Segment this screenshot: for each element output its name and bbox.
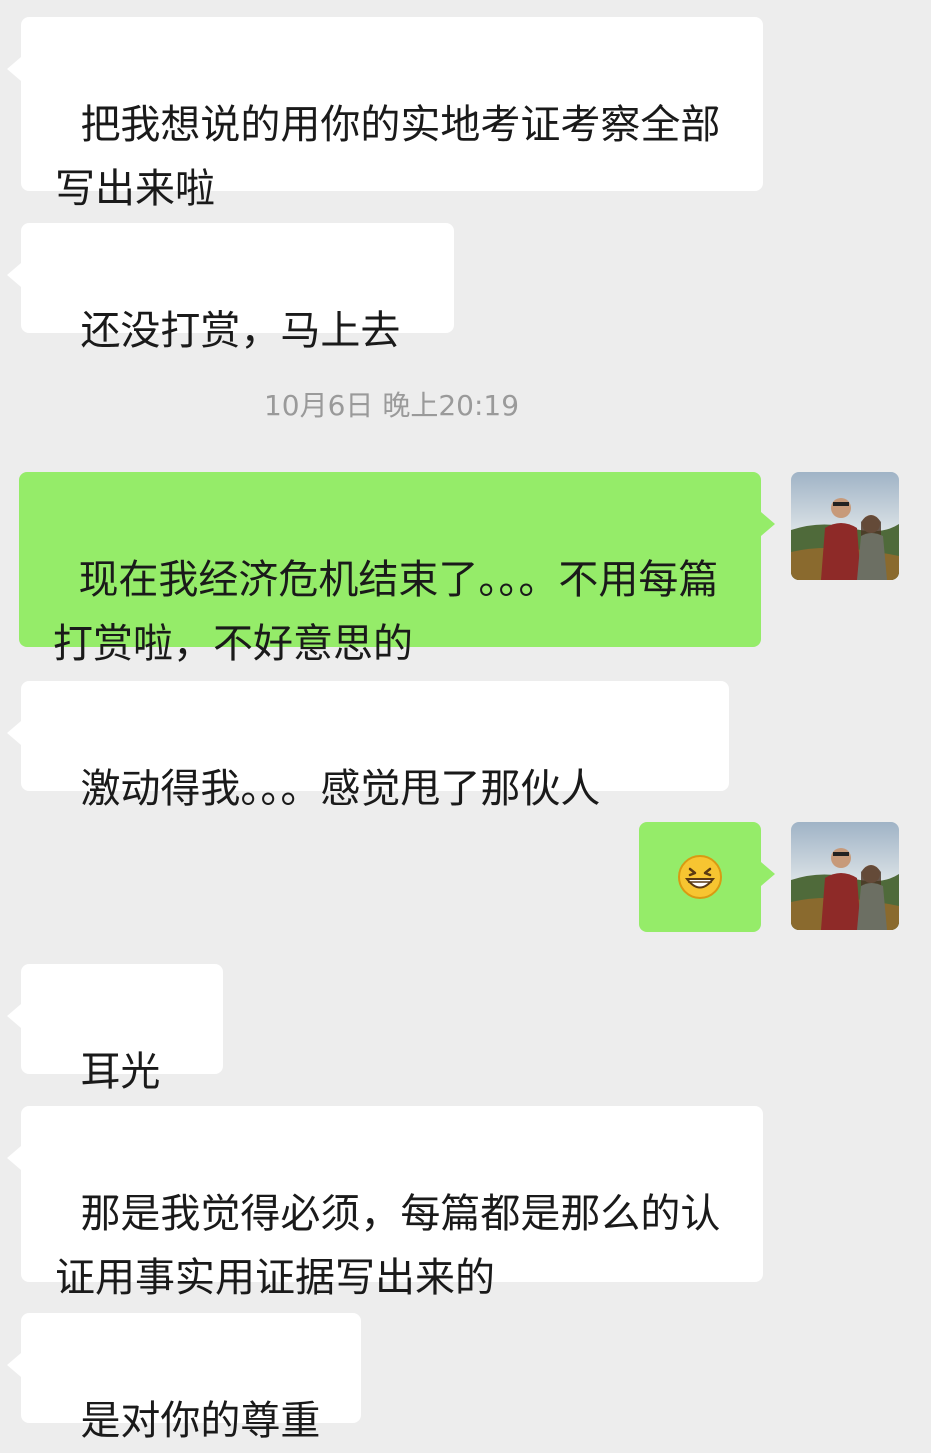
user-avatar[interactable]	[791, 472, 899, 580]
message-bubble-incoming[interactable]: 是对你的尊重	[7, 1313, 361, 1444]
message-text: 那是我觉得必须，每篇都是那么的认证用事实用证据写出来的	[55, 1191, 721, 1301]
avatar-photo	[791, 822, 899, 930]
message-bubble-outgoing[interactable]: 现在我经济危机结束了。。。不用每篇打赏啦，不好意思的	[19, 472, 775, 667]
message-bubble-incoming[interactable]: 激动得我。。。感觉甩了那伙人	[7, 681, 729, 812]
message-text: 是对你的尊重	[80, 1398, 321, 1444]
message-bubble-incoming[interactable]: 耳光子	[7, 964, 223, 1159]
message-text: 现在我经济危机结束了。。。不用每篇打赏啦，不好意思的	[53, 557, 719, 667]
grinning-face-emoji	[678, 855, 722, 899]
user-avatar[interactable]	[791, 822, 899, 930]
message-text: 把我想说的用你的实地考证考察全部写出来啦	[55, 102, 721, 212]
chat-timestamp: 10月6日 晚上20:19	[263, 389, 520, 422]
avatar-photo	[791, 472, 899, 580]
message-text: 激动得我。。。感觉甩了那伙人	[80, 766, 601, 812]
message-bubble-incoming[interactable]: 那是我觉得必须，每篇都是那么的认证用事实用证据写出来的	[7, 1106, 763, 1301]
message-text: 还没打赏，马上去	[80, 308, 401, 354]
message-bubble-incoming[interactable]: 还没打赏，马上去	[7, 223, 454, 354]
message-bubble-outgoing[interactable]	[639, 822, 775, 932]
message-bubble-incoming[interactable]: 把我想说的用你的实地考证考察全部写出来啦	[7, 17, 763, 212]
